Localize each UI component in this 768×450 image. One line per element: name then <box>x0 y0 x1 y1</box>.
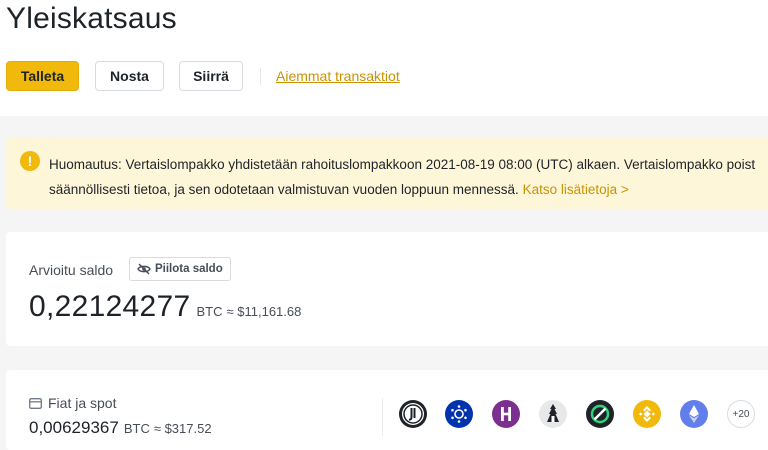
balance-btc-value: 0,22124277 <box>29 290 191 323</box>
notice-text: Huomautus: Vertaislompakko yhdistetään r… <box>49 152 768 202</box>
hide-balance-label: Piilota saldo <box>155 263 223 275</box>
tower-coin-icon <box>539 400 567 428</box>
exclamation-icon: ! <box>20 151 40 171</box>
cardano-coin-icon <box>445 400 473 428</box>
transaction-history-link[interactable]: Aiemmat transaktiot <box>276 68 400 84</box>
ethereum-coin-icon <box>680 400 708 428</box>
hive-coin-icon <box>492 400 520 428</box>
hide-balance-button[interactable]: Piilota saldo <box>129 257 231 281</box>
notice-line-2: säännöllisesti tietoa, ja sen odotetaan … <box>49 177 768 202</box>
wallet-icon <box>29 397 42 409</box>
estimated-balance-amount: 0,22124277 BTC ≈ $11,161.68 <box>29 290 301 324</box>
withdraw-button[interactable]: Nosta <box>95 61 164 91</box>
estimated-balance-label: Arvioitu saldo <box>29 262 114 278</box>
action-divider <box>260 68 261 85</box>
read-more-link[interactable]: Katso lisätietoja > <box>523 182 629 197</box>
spot-divider <box>382 398 383 436</box>
spot-btc-value: 0,00629367 <box>29 418 119 437</box>
balance-unit: BTC <box>196 304 223 319</box>
fiat-spot-label-row: Fiat ja spot <box>29 395 116 411</box>
more-coins-badge[interactable]: +20 <box>727 400 755 428</box>
fiat-spot-label: Fiat ja spot <box>48 395 117 411</box>
bnb-coin-icon <box>633 400 661 428</box>
ring-coin-icon <box>586 400 614 428</box>
estimated-balance-card: Arvioitu saldo Piilota saldo 0,22124277 … <box>6 232 768 346</box>
spot-unit: BTC <box>123 421 150 436</box>
juventus-coin-icon <box>399 400 427 428</box>
eye-slash-icon <box>137 263 151 275</box>
notice-line-1: Huomautus: Vertaislompakko yhdistetään r… <box>49 157 756 172</box>
fiat-spot-amount: 0,00629367 BTC ≈ $317.52 <box>29 418 212 438</box>
transfer-button[interactable]: Siirrä <box>179 61 243 91</box>
notice-banner: ! Huomautus: Vertaislompakko yhdistetään… <box>6 138 768 210</box>
spot-usd-approx: ≈ $317.52 <box>153 421 212 436</box>
fiat-spot-card[interactable]: Fiat ja spot 0,00629367 BTC ≈ $317.52 +2… <box>6 370 768 450</box>
deposit-button[interactable]: Talleta <box>6 61 79 91</box>
balance-usd-approx: ≈ $11,161.68 <box>226 304 302 319</box>
page-title: Yleiskatsaus <box>6 2 177 35</box>
notice-line-2-text: säännöllisesti tietoa, ja sen odotetaan … <box>49 182 519 197</box>
